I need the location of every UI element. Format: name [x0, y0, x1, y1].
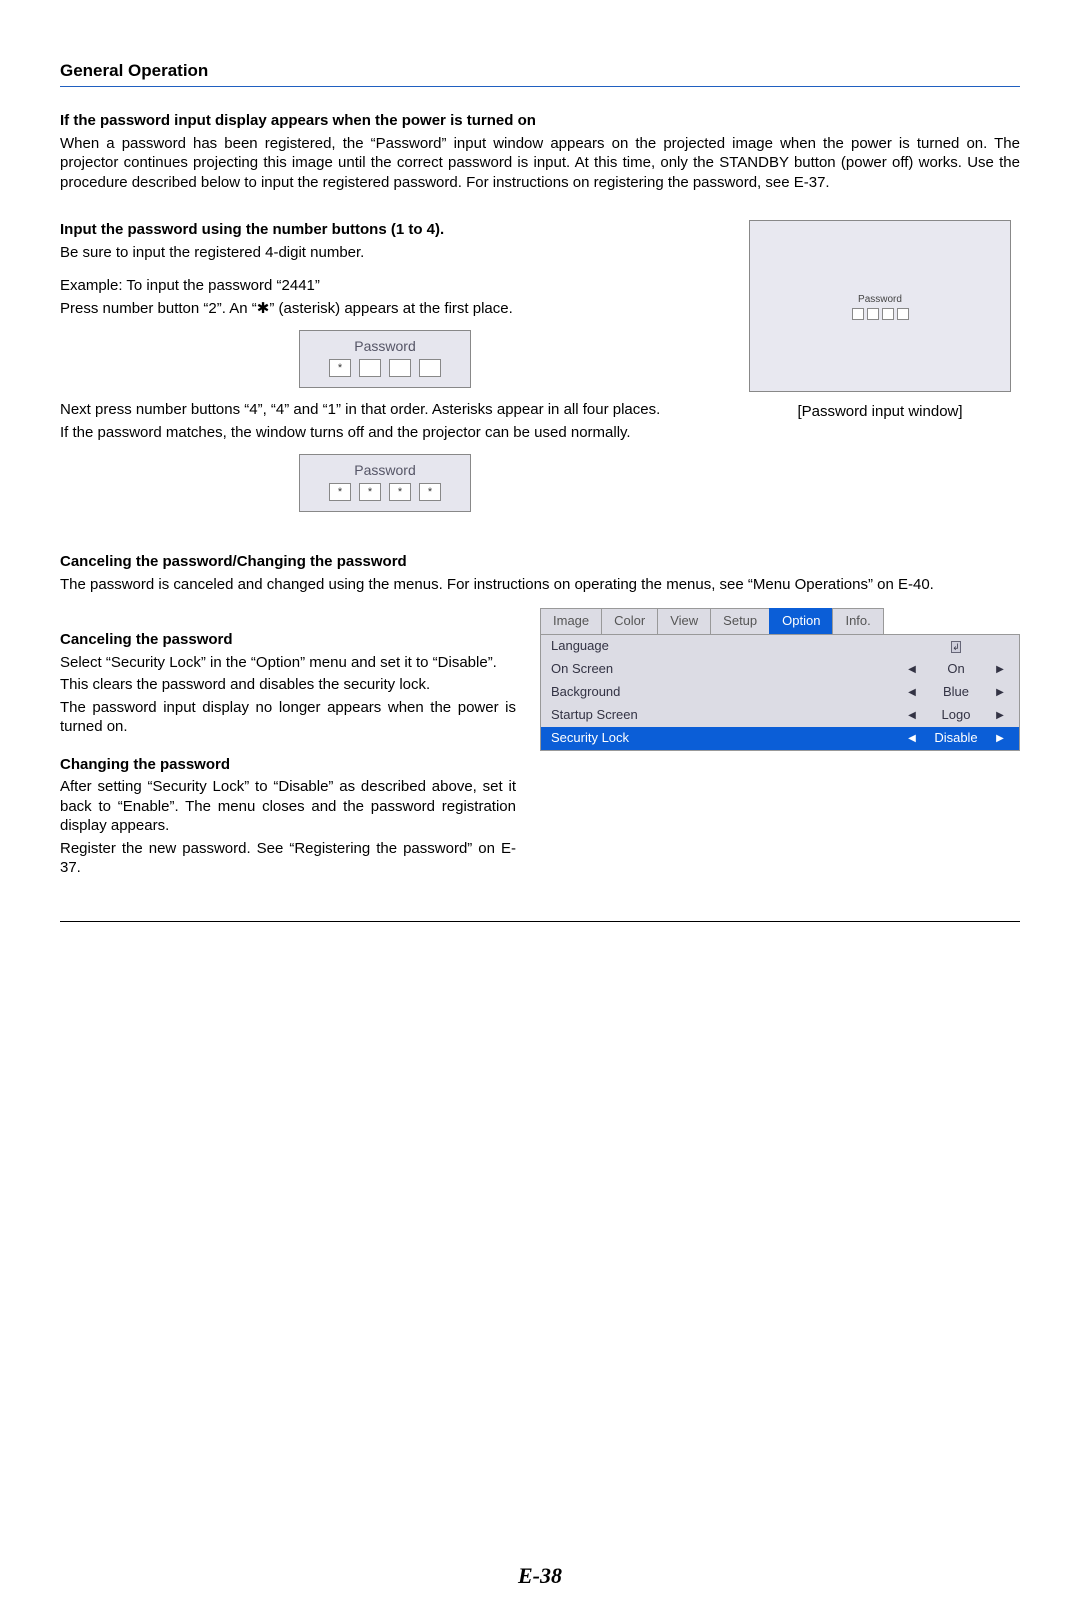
option-menu-figure: Image Color View Setup Option Info. Lang… — [540, 608, 1020, 881]
section2-heading: Input the password using the number butt… — [60, 220, 710, 240]
menu-item-value: Disable — [921, 730, 991, 747]
section3-para1: Next press number buttons “4”, “4” and “… — [60, 400, 710, 420]
page-title: General Operation — [60, 60, 1020, 87]
menu-row-onscreen[interactable]: On Screen ◀ On ▶ — [541, 658, 1019, 681]
menu-item-label: On Screen — [551, 661, 903, 678]
section2-line2: Example: To input the password “2441” — [60, 276, 710, 296]
cancel-line2: This clears the password and disables th… — [60, 675, 516, 695]
password-cell-small — [897, 308, 909, 320]
change-heading: Changing the password — [60, 755, 516, 775]
menu-item-value: Logo — [921, 707, 991, 724]
password-cell-small — [867, 308, 879, 320]
password-box-one-digit: Password * — [299, 330, 471, 388]
page-number: E-38 — [60, 1562, 1020, 1591]
tab-color[interactable]: Color — [601, 608, 658, 634]
password-cell: * — [389, 483, 411, 501]
arrow-right-icon[interactable]: ▶ — [991, 709, 1009, 722]
password-cell: * — [329, 483, 351, 501]
menu-item-label: Language — [551, 638, 903, 655]
menu-row-startup[interactable]: Startup Screen ◀ Logo ▶ — [541, 704, 1019, 727]
change-line1: After setting “Security Lock” to “Disabl… — [60, 777, 516, 836]
section2-line1: Be sure to input the registered 4-digit … — [60, 243, 710, 263]
password-cell-small — [882, 308, 894, 320]
menu-body: Language ↲ On Screen ◀ On ▶ Background ◀… — [540, 634, 1020, 750]
arrow-left-icon[interactable]: ◀ — [903, 663, 921, 676]
password-cell-small — [852, 308, 864, 320]
password-label-small: Password — [852, 293, 909, 306]
password-label: Password — [310, 337, 460, 355]
section3-para2: If the password matches, the window turn… — [60, 423, 710, 443]
section4-heading: Canceling the password/Changing the pass… — [60, 552, 1020, 572]
section4-para: The password is canceled and changed usi… — [60, 575, 1020, 595]
arrow-left-icon[interactable]: ◀ — [903, 732, 921, 745]
enter-icon: ↲ — [951, 641, 961, 653]
menu-item-value: ↲ — [921, 638, 991, 655]
tab-view[interactable]: View — [657, 608, 711, 634]
menu-item-value: Blue — [921, 684, 991, 701]
menu-row-background[interactable]: Background ◀ Blue ▶ — [541, 681, 1019, 704]
arrow-left-icon[interactable]: ◀ — [903, 709, 921, 722]
password-label: Password — [310, 461, 460, 479]
password-window-caption: [Password input window] — [740, 402, 1020, 422]
section2-line3: Press number button “2”. An “✱” (asteris… — [60, 299, 710, 319]
password-cell — [419, 359, 441, 377]
menu-item-label: Security Lock — [551, 730, 903, 747]
menu-item-label: Background — [551, 684, 903, 701]
tab-option[interactable]: Option — [769, 608, 833, 634]
section1-heading: If the password input display appears wh… — [60, 111, 1020, 131]
password-cell: * — [359, 483, 381, 501]
section1-para: When a password has been registered, the… — [60, 134, 1020, 193]
menu-row-security-lock[interactable]: Security Lock ◀ Disable ▶ — [541, 727, 1019, 750]
arrow-left-icon[interactable]: ◀ — [903, 686, 921, 699]
tab-info[interactable]: Info. — [832, 608, 883, 634]
password-box-four-digits: Password * * * * — [299, 454, 471, 512]
cancel-line1: Select “Security Lock” in the “Option” m… — [60, 653, 516, 673]
arrow-right-icon[interactable]: ▶ — [991, 663, 1009, 676]
password-cell — [359, 359, 381, 377]
password-cell: * — [419, 483, 441, 501]
cancel-heading: Canceling the password — [60, 630, 516, 650]
arrow-right-icon[interactable]: ▶ — [991, 732, 1009, 745]
arrow-right-icon[interactable]: ▶ — [991, 686, 1009, 699]
menu-item-label: Startup Screen — [551, 707, 903, 724]
divider — [60, 921, 1020, 922]
tab-image[interactable]: Image — [540, 608, 602, 634]
tab-setup[interactable]: Setup — [710, 608, 770, 634]
password-cell — [389, 359, 411, 377]
menu-row-language[interactable]: Language ↲ — [541, 635, 1019, 658]
change-line2: Register the new password. See “Register… — [60, 839, 516, 878]
cancel-line3: The password input display no longer app… — [60, 698, 516, 737]
password-input-window-figure: Password — [749, 220, 1011, 392]
menu-item-value: On — [921, 661, 991, 678]
menu-tabs: Image Color View Setup Option Info. — [540, 608, 1020, 634]
password-cell: * — [329, 359, 351, 377]
